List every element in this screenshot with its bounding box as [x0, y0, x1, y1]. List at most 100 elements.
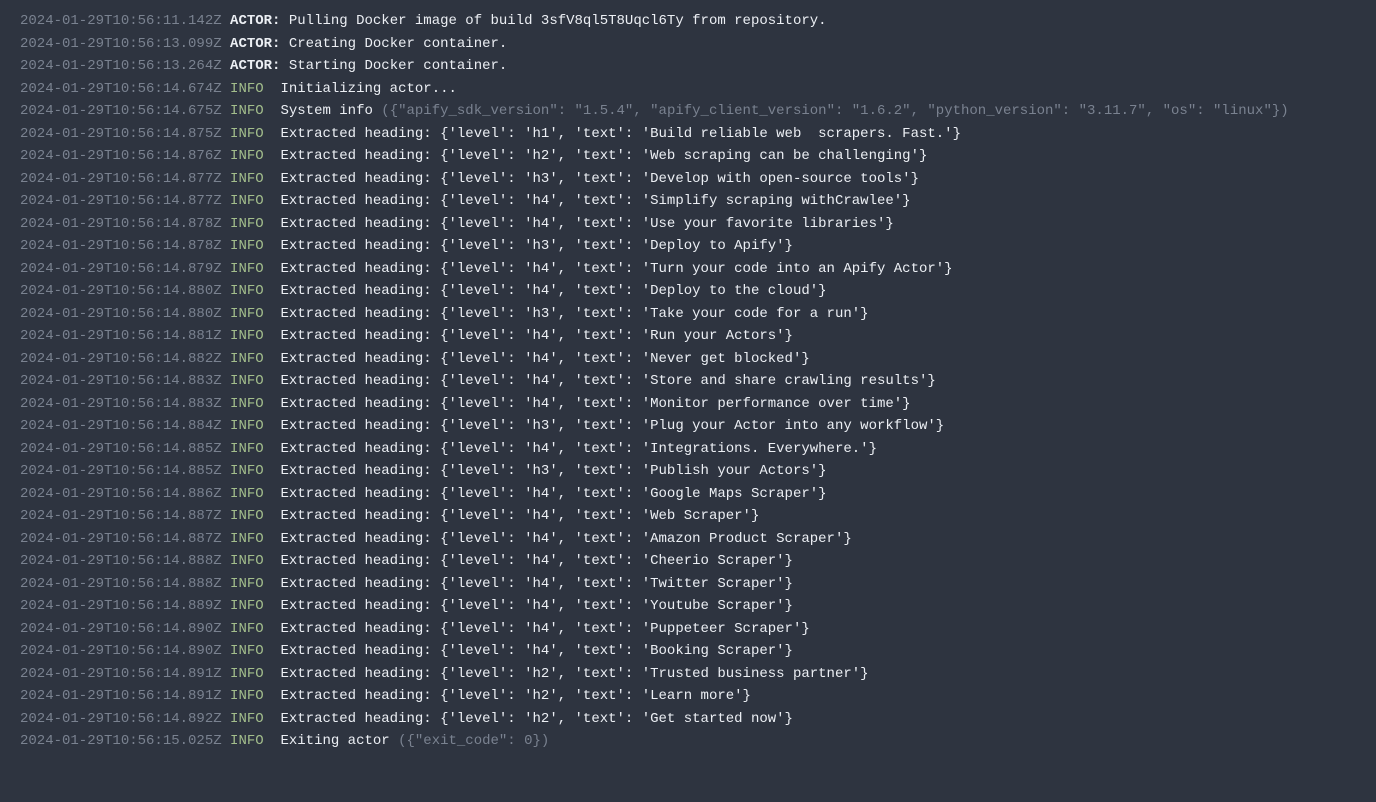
- log-message: Extracted heading: {'level': 'h4', 'text…: [280, 216, 893, 232]
- log-message: Extracted heading: {'level': 'h4', 'text…: [280, 508, 759, 524]
- log-level: INFO: [230, 193, 272, 209]
- log-level: INFO: [230, 373, 272, 389]
- log-level: INFO: [230, 553, 272, 569]
- log-message: Extracted heading: {'level': 'h3', 'text…: [280, 463, 826, 479]
- log-line: 2024-01-29T10:56:13.099Z ACTOR: Creating…: [20, 33, 1356, 56]
- log-level: INFO: [230, 328, 272, 344]
- log-level: INFO: [230, 418, 272, 434]
- log-message: Extracted heading: {'level': 'h1', 'text…: [280, 126, 961, 142]
- log-line: 2024-01-29T10:56:14.884Z INFO Extracted …: [20, 415, 1356, 438]
- log-timestamp: 2024-01-29T10:56:11.142Z: [20, 13, 222, 29]
- log-level: ACTOR:: [230, 36, 280, 52]
- log-message: Extracted heading: {'level': 'h2', 'text…: [280, 688, 750, 704]
- log-timestamp: 2024-01-29T10:56:14.881Z: [20, 328, 222, 344]
- log-line: 2024-01-29T10:56:14.878Z INFO Extracted …: [20, 213, 1356, 236]
- log-level: INFO: [230, 486, 272, 502]
- log-line: 2024-01-29T10:56:14.886Z INFO Extracted …: [20, 483, 1356, 506]
- log-timestamp: 2024-01-29T10:56:14.889Z: [20, 598, 222, 614]
- log-message: Exiting actor: [280, 733, 398, 749]
- log-message: Extracted heading: {'level': 'h2', 'text…: [280, 711, 792, 727]
- log-line: 2024-01-29T10:56:14.877Z INFO Extracted …: [20, 190, 1356, 213]
- log-line: 2024-01-29T10:56:14.885Z INFO Extracted …: [20, 460, 1356, 483]
- log-timestamp: 2024-01-29T10:56:14.675Z: [20, 103, 222, 119]
- log-line: 2024-01-29T10:56:13.264Z ACTOR: Starting…: [20, 55, 1356, 78]
- log-message: Extracted heading: {'level': 'h4', 'text…: [280, 441, 877, 457]
- log-message: Starting Docker container.: [289, 58, 507, 74]
- log-line: 2024-01-29T10:56:14.878Z INFO Extracted …: [20, 235, 1356, 258]
- log-level: INFO: [230, 216, 272, 232]
- log-level: INFO: [230, 261, 272, 277]
- log-message: Extracted heading: {'level': 'h4', 'text…: [280, 598, 792, 614]
- log-timestamp: 2024-01-29T10:56:13.099Z: [20, 36, 222, 52]
- log-extra: ({"apify_sdk_version": "1.5.4", "apify_c…: [381, 103, 1288, 119]
- log-timestamp: 2024-01-29T10:56:14.891Z: [20, 666, 222, 682]
- log-line: 2024-01-29T10:56:14.891Z INFO Extracted …: [20, 663, 1356, 686]
- log-message: Extracted heading: {'level': 'h4', 'text…: [280, 553, 792, 569]
- log-message: Extracted heading: {'level': 'h4', 'text…: [280, 261, 952, 277]
- log-message: Extracted heading: {'level': 'h3', 'text…: [280, 238, 792, 254]
- log-line: 2024-01-29T10:56:14.883Z INFO Extracted …: [20, 370, 1356, 393]
- log-level: INFO: [230, 306, 272, 322]
- log-line: 2024-01-29T10:56:14.888Z INFO Extracted …: [20, 573, 1356, 596]
- log-timestamp: 2024-01-29T10:56:14.878Z: [20, 216, 222, 232]
- log-message: Extracted heading: {'level': 'h4', 'text…: [280, 576, 792, 592]
- log-line: 2024-01-29T10:56:14.879Z INFO Extracted …: [20, 258, 1356, 281]
- log-line: 2024-01-29T10:56:14.675Z INFO System inf…: [20, 100, 1356, 123]
- log-timestamp: 2024-01-29T10:56:14.885Z: [20, 463, 222, 479]
- log-timestamp: 2024-01-29T10:56:14.880Z: [20, 306, 222, 322]
- log-message: Extracted heading: {'level': 'h4', 'text…: [280, 193, 910, 209]
- log-message: Extracted heading: {'level': 'h4', 'text…: [280, 486, 826, 502]
- log-line: 2024-01-29T10:56:14.674Z INFO Initializi…: [20, 78, 1356, 101]
- log-line: 2024-01-29T10:56:14.888Z INFO Extracted …: [20, 550, 1356, 573]
- log-timestamp: 2024-01-29T10:56:14.882Z: [20, 351, 222, 367]
- log-line: 2024-01-29T10:56:14.881Z INFO Extracted …: [20, 325, 1356, 348]
- log-line: 2024-01-29T10:56:14.890Z INFO Extracted …: [20, 640, 1356, 663]
- log-timestamp: 2024-01-29T10:56:14.879Z: [20, 261, 222, 277]
- log-line: 2024-01-29T10:56:14.891Z INFO Extracted …: [20, 685, 1356, 708]
- log-message: Extracted heading: {'level': 'h4', 'text…: [280, 643, 792, 659]
- log-message: Extracted heading: {'level': 'h4', 'text…: [280, 351, 809, 367]
- log-timestamp: 2024-01-29T10:56:14.880Z: [20, 283, 222, 299]
- log-line: 2024-01-29T10:56:14.887Z INFO Extracted …: [20, 528, 1356, 551]
- log-level: INFO: [230, 711, 272, 727]
- log-level: INFO: [230, 441, 272, 457]
- log-message: Extracted heading: {'level': 'h2', 'text…: [280, 148, 927, 164]
- log-timestamp: 2024-01-29T10:56:14.891Z: [20, 688, 222, 704]
- log-timestamp: 2024-01-29T10:56:14.876Z: [20, 148, 222, 164]
- log-level: ACTOR:: [230, 13, 280, 29]
- log-level: INFO: [230, 171, 272, 187]
- log-timestamp: 2024-01-29T10:56:14.892Z: [20, 711, 222, 727]
- log-message: Extracted heading: {'level': 'h2', 'text…: [280, 666, 868, 682]
- log-level: INFO: [230, 283, 272, 299]
- log-line: 2024-01-29T10:56:14.885Z INFO Extracted …: [20, 438, 1356, 461]
- log-message: Extracted heading: {'level': 'h3', 'text…: [280, 418, 944, 434]
- log-timestamp: 2024-01-29T10:56:14.875Z: [20, 126, 222, 142]
- log-level: INFO: [230, 351, 272, 367]
- log-line: 2024-01-29T10:56:14.887Z INFO Extracted …: [20, 505, 1356, 528]
- log-timestamp: 2024-01-29T10:56:14.890Z: [20, 643, 222, 659]
- log-level: INFO: [230, 148, 272, 164]
- log-message: Extracted heading: {'level': 'h4', 'text…: [280, 283, 826, 299]
- log-timestamp: 2024-01-29T10:56:14.883Z: [20, 396, 222, 412]
- log-level: INFO: [230, 463, 272, 479]
- log-line: 2024-01-29T10:56:14.882Z INFO Extracted …: [20, 348, 1356, 371]
- log-line: 2024-01-29T10:56:14.890Z INFO Extracted …: [20, 618, 1356, 641]
- log-timestamp: 2024-01-29T10:56:14.877Z: [20, 193, 222, 209]
- log-level: INFO: [230, 531, 272, 547]
- log-message: Extracted heading: {'level': 'h3', 'text…: [280, 306, 868, 322]
- log-message: Extracted heading: {'level': 'h4', 'text…: [280, 328, 792, 344]
- log-line: 2024-01-29T10:56:14.892Z INFO Extracted …: [20, 708, 1356, 731]
- log-timestamp: 2024-01-29T10:56:14.887Z: [20, 531, 222, 547]
- log-message: Extracted heading: {'level': 'h4', 'text…: [280, 621, 809, 637]
- log-level: INFO: [230, 576, 272, 592]
- log-level: INFO: [230, 508, 272, 524]
- log-line: 2024-01-29T10:56:14.880Z INFO Extracted …: [20, 303, 1356, 326]
- log-level: ACTOR:: [230, 58, 280, 74]
- log-message: Extracted heading: {'level': 'h3', 'text…: [280, 171, 919, 187]
- log-level: INFO: [230, 621, 272, 637]
- log-timestamp: 2024-01-29T10:56:14.890Z: [20, 621, 222, 637]
- log-timestamp: 2024-01-29T10:56:14.886Z: [20, 486, 222, 502]
- log-line: 2024-01-29T10:56:14.883Z INFO Extracted …: [20, 393, 1356, 416]
- log-message: Creating Docker container.: [289, 36, 507, 52]
- log-extra: ({"exit_code": 0}): [398, 733, 549, 749]
